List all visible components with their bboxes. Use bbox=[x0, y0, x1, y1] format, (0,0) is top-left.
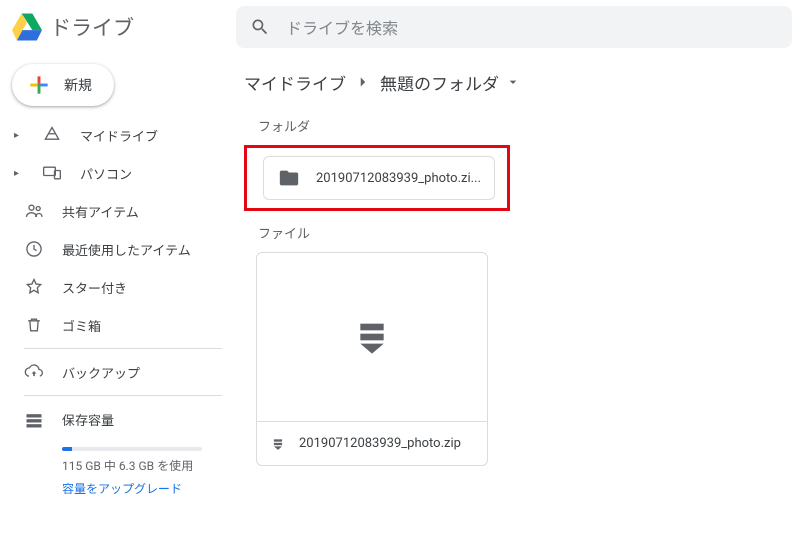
brand[interactable]: ドライブ bbox=[12, 12, 236, 42]
annotation-highlight: 20190712083939_photo.zi... bbox=[244, 145, 510, 211]
sidebar-item-label: 共有アイテム bbox=[62, 202, 139, 221]
sidebar-item-label: バックアップ bbox=[62, 363, 140, 382]
sidebar-item-trash[interactable]: ゴミ箱 bbox=[0, 306, 236, 344]
brand-name: ドライブ bbox=[50, 12, 134, 42]
main-area: マイドライブ 無題のフォルダ フォルダ 20190712083939_photo… bbox=[236, 54, 800, 536]
search-icon bbox=[250, 17, 270, 37]
sidebar-item-label: ゴミ箱 bbox=[62, 316, 101, 335]
file-item[interactable]: 20190712083939_photo.zip bbox=[256, 252, 488, 466]
expand-icon[interactable]: ▸ bbox=[14, 130, 24, 141]
sidebar-item-backups[interactable]: バックアップ bbox=[0, 353, 236, 391]
folder-icon bbox=[278, 167, 300, 189]
star-icon bbox=[24, 277, 44, 297]
devices-icon bbox=[42, 163, 62, 183]
storage-label: 保存容量 bbox=[62, 400, 202, 429]
storage-icon bbox=[24, 400, 44, 497]
folder-name: 20190712083939_photo.zi... bbox=[316, 171, 481, 186]
breadcrumb: マイドライブ 無題のフォルダ bbox=[244, 60, 800, 104]
breadcrumb-current-label: 無題のフォルダ bbox=[380, 70, 499, 95]
new-button-label: 新規 bbox=[64, 75, 92, 95]
clock-icon bbox=[24, 239, 44, 259]
file-footer: 20190712083939_photo.zip bbox=[257, 421, 487, 465]
sidebar-item-computers[interactable]: ▸ パソコン bbox=[0, 154, 236, 192]
sidebar-item-label: パソコン bbox=[80, 164, 132, 183]
breadcrumb-current[interactable]: 無題のフォルダ bbox=[380, 70, 521, 95]
search-input[interactable]: ドライブを検索 bbox=[236, 6, 792, 48]
new-button[interactable]: 新規 bbox=[12, 64, 114, 106]
backup-icon bbox=[24, 362, 44, 382]
archive-icon bbox=[352, 317, 392, 357]
section-files-label: ファイル bbox=[258, 223, 800, 242]
dropdown-icon bbox=[505, 74, 521, 90]
separator bbox=[24, 395, 222, 396]
storage-usage: 115 GB 中 6.3 GB を使用 bbox=[62, 457, 202, 474]
chevron-right-icon bbox=[354, 73, 372, 91]
plus-icon bbox=[26, 72, 52, 98]
sidebar-item-label: 最近使用したアイテム bbox=[62, 240, 191, 259]
folder-item[interactable]: 20190712083939_photo.zi... bbox=[263, 156, 495, 200]
sidebar-item-mydrive[interactable]: ▸ マイドライブ bbox=[0, 116, 236, 154]
storage-upgrade-link[interactable]: 容量をアップグレード bbox=[62, 480, 202, 497]
sidebar-item-label: マイドライブ bbox=[80, 126, 158, 145]
sidebar: 新規 ▸ マイドライブ ▸ パソコン 共有アイテム 最近 bbox=[0, 54, 236, 536]
sidebar-item-recent[interactable]: 最近使用したアイテム bbox=[0, 230, 236, 268]
sidebar-item-storage[interactable]: 保存容量 115 GB 中 6.3 GB を使用 容量をアップグレード bbox=[0, 400, 236, 497]
file-name: 20190712083939_photo.zip bbox=[299, 436, 461, 451]
breadcrumb-root[interactable]: マイドライブ bbox=[244, 70, 346, 95]
file-preview bbox=[257, 253, 487, 421]
drive-logo-icon bbox=[12, 12, 42, 42]
mydrive-icon bbox=[42, 125, 62, 145]
section-folders-label: フォルダ bbox=[258, 116, 800, 135]
sidebar-item-starred[interactable]: スター付き bbox=[0, 268, 236, 306]
storage-bar bbox=[62, 447, 202, 451]
shared-icon bbox=[24, 201, 44, 221]
separator bbox=[24, 348, 222, 349]
trash-icon bbox=[24, 315, 44, 335]
expand-icon[interactable]: ▸ bbox=[14, 168, 24, 179]
sidebar-item-label: スター付き bbox=[62, 278, 127, 297]
search-placeholder: ドライブを検索 bbox=[286, 15, 398, 39]
archive-icon bbox=[271, 437, 285, 451]
sidebar-item-shared[interactable]: 共有アイテム bbox=[0, 192, 236, 230]
